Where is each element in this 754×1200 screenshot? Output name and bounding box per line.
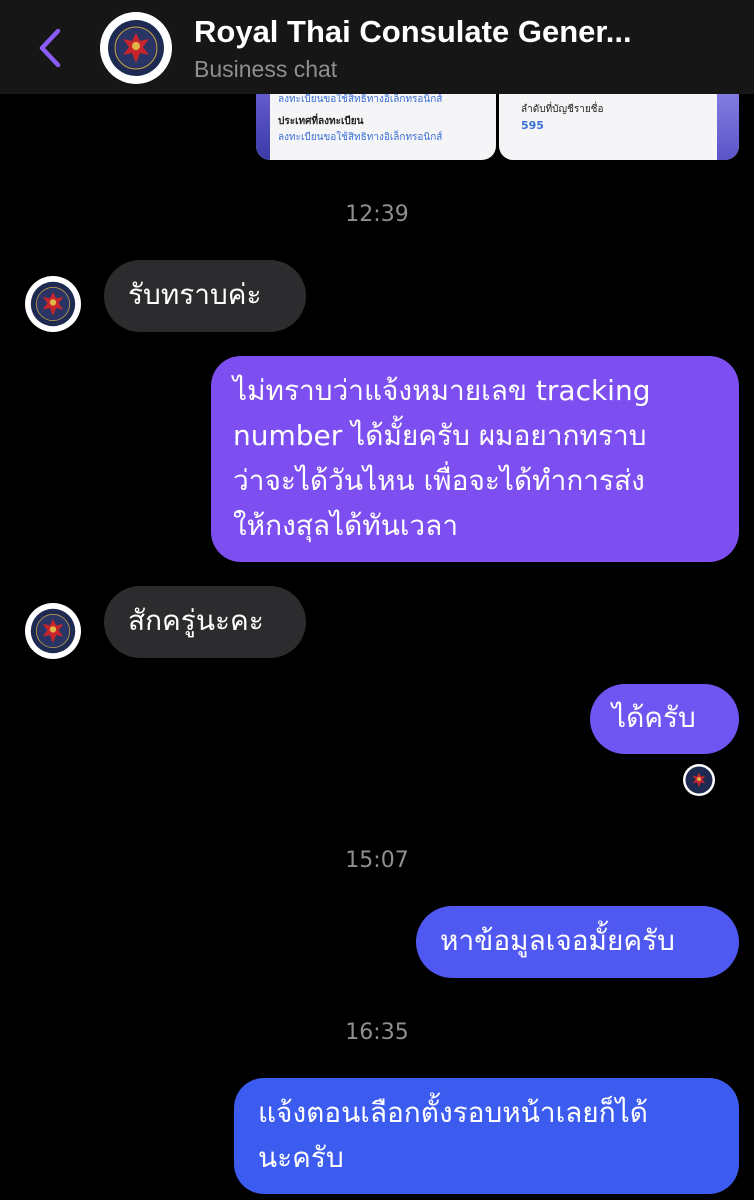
back-button[interactable]: [30, 26, 70, 70]
message-outgoing[interactable]: ไม่ทราบว่าแจ้งหมายเลข tracking number ได…: [211, 356, 739, 562]
preview-text: ลงทะเบียนขอใช้สิทธิทางอิเล็กทรอนิกส์: [278, 132, 443, 143]
preview-number: 595: [521, 119, 544, 132]
garuda-emblem-icon: [108, 20, 164, 76]
message-text: รับทราบค่ะ: [128, 278, 262, 311]
garuda-emblem-icon: [30, 608, 76, 654]
message-outgoing[interactable]: แจ้งตอนเลือกตั้งรอบหน้าเลยก็ได้ นะครับ: [234, 1078, 739, 1194]
timestamp: 15:07: [345, 848, 409, 873]
preview-text: ประเทศที่ลงทะเบียน: [278, 116, 364, 127]
chat-subtitle: Business chat: [194, 56, 338, 82]
timestamp: 16:35: [345, 1020, 409, 1045]
message-text: สักครู่นะคะ: [128, 604, 264, 637]
garuda-emblem-icon: [30, 281, 76, 327]
chat-header: Royal Thai Consulate Gener... Business c…: [0, 0, 754, 94]
contact-avatar[interactable]: [100, 12, 172, 84]
timestamp: 12:39: [345, 202, 409, 227]
chat-title[interactable]: Royal Thai Consulate Gener...: [194, 14, 632, 50]
message-text: นะครับ: [258, 1141, 344, 1174]
preview-text: ลำดับที่บัญชีรายชื่อ: [521, 104, 604, 115]
message-text: ไม่ทราบว่าแจ้งหมายเลข tracking: [233, 374, 651, 407]
message-outgoing[interactable]: หาข้อมูลเจอมั้ยครับ: [416, 906, 739, 978]
preview-text: ลงทะเบียนขอใช้สิทธิทางอิเล็กทรอนิกส์: [278, 94, 443, 105]
message-text: หาข้อมูลเจอมั้ยครับ: [440, 924, 675, 957]
message-text: แจ้งตอนเลือกตั้งรอบหน้าเลยก็ได้: [258, 1096, 648, 1129]
message-incoming[interactable]: สักครู่นะคะ: [104, 586, 306, 658]
message-text: ได้ครับ: [612, 701, 696, 734]
sender-avatar[interactable]: [25, 603, 81, 659]
message-incoming[interactable]: รับทราบค่ะ: [104, 260, 306, 332]
sender-avatar[interactable]: [25, 276, 81, 332]
message-text: ให้กงสุลได้ทันเวลา: [233, 509, 459, 542]
garuda-emblem-icon: [685, 766, 713, 794]
read-receipt-avatar: [683, 764, 715, 796]
message-text: number ได้มั้ยครับ ผมอยากทราบ: [233, 419, 647, 452]
chevron-left-icon: [39, 28, 61, 68]
message-text: ว่าจะได้วันไหน เพื่อจะได้ทำการส่ง: [233, 464, 645, 497]
message-outgoing[interactable]: ได้ครับ: [590, 684, 739, 754]
